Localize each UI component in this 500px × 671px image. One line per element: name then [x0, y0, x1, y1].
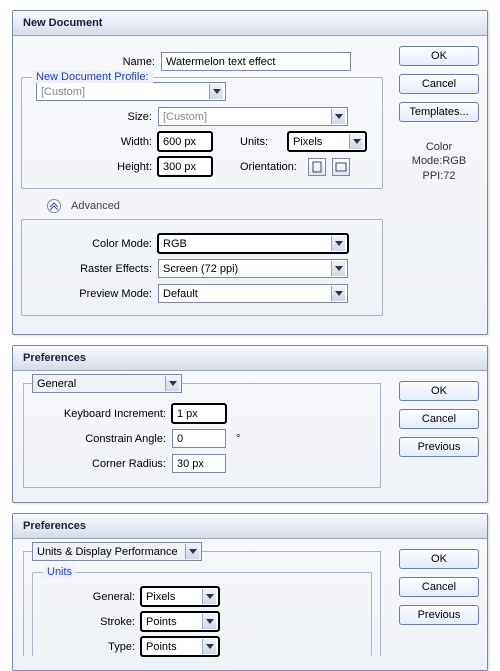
chevron-down-icon — [331, 236, 345, 251]
units-stroke-select[interactable]: Points — [141, 612, 219, 631]
orientation-label: Orientation: — [240, 161, 302, 173]
cancel-button[interactable]: Cancel — [399, 74, 479, 94]
preview-label: Preview Mode: — [30, 288, 158, 300]
raster-label: Raster Effects: — [30, 263, 158, 275]
dialog-title: Preferences — [13, 514, 487, 539]
prefs-section-frame: Units & Display Performance Units Genera… — [23, 551, 381, 656]
new-document-dialog: New Document Name: New Document Profile:… — [12, 10, 488, 335]
ok-button[interactable]: OK — [399, 549, 479, 569]
chevron-down-icon — [331, 261, 345, 276]
keyboard-increment-label: Keyboard Increment: — [32, 408, 172, 420]
chevron-down-icon — [331, 286, 345, 301]
chevron-down-icon — [202, 639, 216, 654]
orientation-landscape-icon[interactable] — [332, 158, 350, 176]
width-input[interactable] — [158, 132, 212, 151]
preview-select[interactable]: Default — [158, 284, 348, 303]
corner-radius-input[interactable] — [172, 454, 226, 473]
chevron-down-icon — [331, 109, 345, 124]
units-group: Units General: Pixels Stroke: — [32, 572, 372, 656]
height-input[interactable] — [158, 157, 212, 176]
units-general-label: General: — [41, 591, 141, 603]
previous-button[interactable]: Previous — [399, 437, 479, 457]
height-label: Height: — [30, 161, 158, 173]
orientation-portrait-icon[interactable] — [308, 158, 326, 176]
cancel-button[interactable]: Cancel — [399, 577, 479, 597]
corner-radius-label: Corner Radius: — [32, 458, 172, 470]
prefs-section-select[interactable]: General — [32, 374, 182, 393]
chevron-down-icon — [202, 614, 216, 629]
colormode-select[interactable]: RGB — [158, 234, 348, 253]
advanced-toggle[interactable]: Advanced — [47, 199, 383, 213]
units-general-select[interactable]: Pixels — [141, 587, 219, 606]
chevron-down-icon — [202, 589, 216, 604]
preferences-general-dialog: Preferences General Keyboard Increment: — [12, 345, 488, 503]
units-stroke-label: Stroke: — [41, 616, 141, 628]
constrain-angle-label: Constrain Angle: — [32, 433, 172, 445]
profile-group: New Document Profile: [Custom] Size: — [21, 77, 383, 189]
colormode-label: Color Mode: — [30, 238, 158, 250]
dialog-title: New Document — [13, 11, 487, 36]
advanced-group: Color Mode: RGB Raster Effects: Screen (… — [21, 219, 383, 316]
constrain-angle-input[interactable] — [172, 429, 226, 448]
dialog-title: Preferences — [13, 346, 487, 371]
templates-button[interactable]: Templates... — [399, 102, 479, 122]
raster-select[interactable]: Screen (72 ppi) — [158, 259, 348, 278]
prefs-section-select[interactable]: Units & Display Performance — [32, 542, 202, 561]
profile-select[interactable]: [Custom] — [36, 82, 226, 101]
chevron-down-icon — [349, 134, 363, 149]
units-group-label: Units — [43, 566, 76, 578]
units-type-label: Type: — [41, 641, 141, 653]
size-select[interactable]: [Custom] — [158, 107, 348, 126]
chevron-down-icon — [185, 544, 199, 559]
chevron-down-icon — [165, 376, 179, 391]
ok-button[interactable]: OK — [399, 381, 479, 401]
degree-symbol: ° — [236, 433, 240, 445]
keyboard-increment-input[interactable] — [172, 404, 226, 423]
name-label: Name: — [21, 56, 161, 68]
profile-group-label: New Document Profile: — [32, 71, 153, 83]
previous-button[interactable]: Previous — [399, 605, 479, 625]
advanced-label: Advanced — [71, 200, 120, 212]
cancel-button[interactable]: Cancel — [399, 409, 479, 429]
chevron-up-icon — [47, 199, 61, 213]
size-label: Size: — [30, 111, 158, 123]
name-input[interactable] — [161, 52, 351, 71]
units-select[interactable]: Pixels — [288, 132, 366, 151]
width-label: Width: — [30, 136, 158, 148]
color-mode-info: Color Mode:RGB PPI:72 — [399, 140, 479, 183]
units-type-select[interactable]: Points — [141, 637, 219, 656]
prefs-section-frame: General Keyboard Increment: Constrain An… — [23, 383, 381, 488]
units-label: Units: — [240, 136, 282, 148]
chevron-down-icon — [209, 84, 223, 99]
preferences-units-dialog: Preferences Units & Display Performance … — [12, 513, 488, 671]
ok-button[interactable]: OK — [399, 46, 479, 66]
